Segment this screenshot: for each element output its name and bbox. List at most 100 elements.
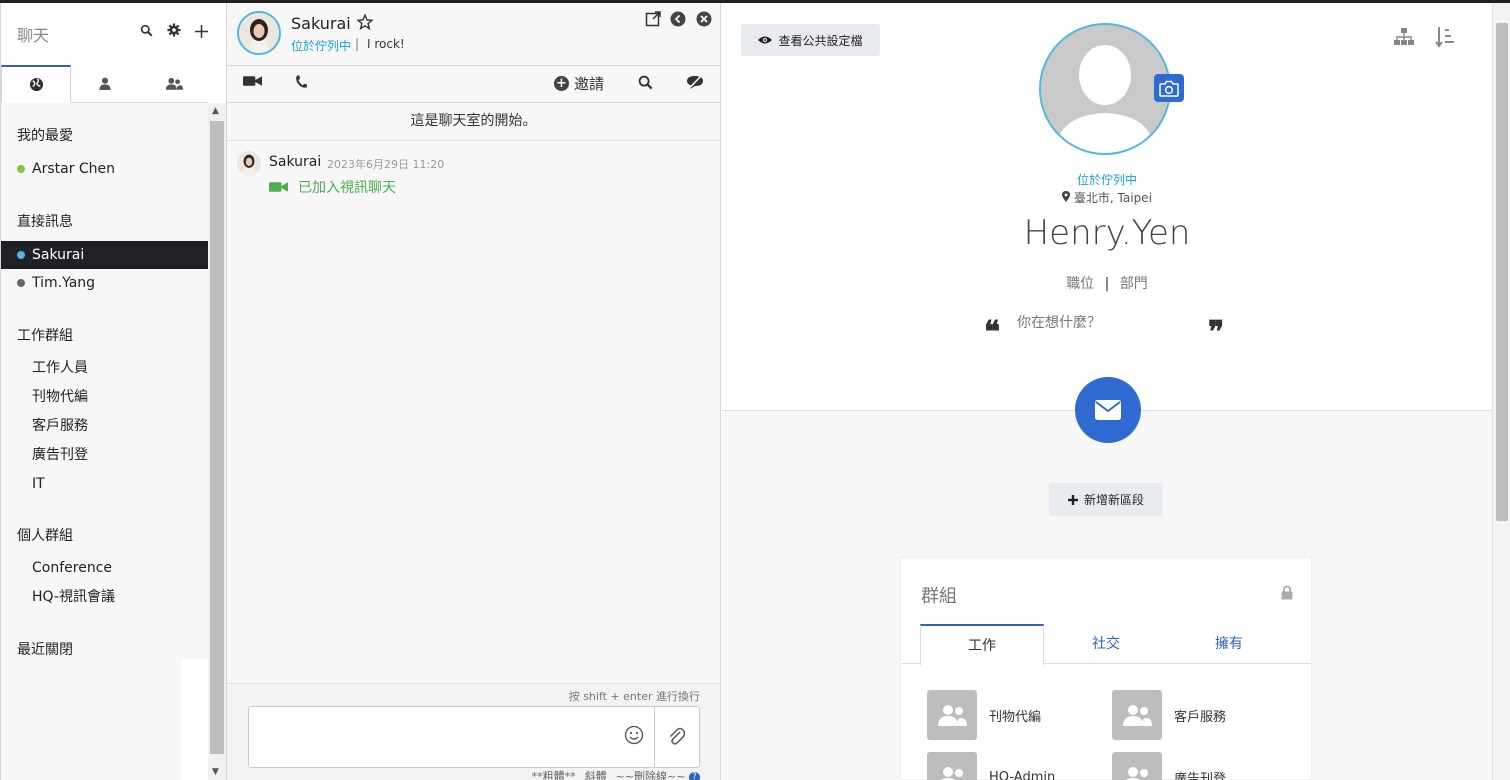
conversation-list-body: 我的最愛 Arstar Chen 直接訊息 Sakurai Tim.Yang 工… <box>1 103 208 659</box>
message-sender: Sakurai <box>269 154 322 170</box>
list-item-it[interactable]: IT <box>1 471 208 497</box>
newline-hint: 按 shift + enter 進行換行 <box>568 690 700 703</box>
change-photo-button[interactable] <box>1154 74 1184 102</box>
scroll-down-icon[interactable]: ▼ <box>212 767 219 777</box>
groups-tabs: 工作 社交 擁有 <box>901 624 1311 665</box>
globe-icon <box>29 77 43 92</box>
quote-open-icon: ❝ <box>984 315 1001 350</box>
scroll-up-icon[interactable]: ▲ <box>212 106 219 116</box>
tab-social[interactable]: 社交 <box>1044 624 1168 664</box>
tab-groups[interactable] <box>140 65 208 102</box>
scrollbar-thumb[interactable] <box>1496 23 1508 521</box>
scrollbar-thumb[interactable] <box>210 121 224 754</box>
popout-icon[interactable] <box>645 11 661 27</box>
tab-owned[interactable]: 擁有 <box>1167 624 1291 664</box>
list-item-customer-service[interactable]: 客戶服務 <box>1 412 208 438</box>
role-separator: | <box>1104 276 1110 292</box>
user-icon <box>99 77 112 90</box>
view-public-profile-button[interactable]: 查看公共設定檔 <box>741 24 880 56</box>
tab-all[interactable] <box>1 65 72 103</box>
profile-location: 臺北市, Taipei <box>722 189 1492 206</box>
status-dot <box>17 279 25 287</box>
profile-scrollbar[interactable] <box>1492 3 1510 780</box>
back-icon[interactable] <box>670 11 686 27</box>
chat-pane: Sakurai 位於佇列中 | I rock! + 邀請 這是聊天室的開始。 S… <box>226 3 721 780</box>
invite-label: 邀請 <box>574 75 605 93</box>
list-item-tim-yang[interactable]: Tim.Yang <box>1 270 208 296</box>
profile-role-department[interactable]: 職位 | 部門 <box>722 273 1492 293</box>
gear-icon[interactable] <box>167 23 181 41</box>
quote-close-icon: ❞ <box>1208 315 1225 350</box>
group-item-customer-service[interactable]: 客戶服務 <box>1112 690 1226 740</box>
contact-status: 位於佇列中 <box>291 39 352 53</box>
conversation-list: 我的最愛 Arstar Chen 直接訊息 Sakurai Tim.Yang 工… <box>1 103 208 780</box>
video-call-icon[interactable] <box>243 75 262 91</box>
status-message-input[interactable]: 你在想什麼？ <box>1017 312 1101 332</box>
role-label: 職位 <box>1066 276 1095 292</box>
chat-sidebar: 聊天 我的最愛 Arstar Chen 直接訊息 Sakurai Tim.Yan… <box>0 3 226 780</box>
sidebar-tabs <box>1 65 208 103</box>
group-icon <box>1112 690 1162 740</box>
contact-mood: I rock! <box>367 37 405 51</box>
add-icon[interactable] <box>194 20 209 44</box>
phone-icon[interactable] <box>295 75 307 93</box>
format-hint: **粗體** _斜體_ ~~刪除線~~ ? <box>532 768 700 780</box>
sidebar-scrollbar[interactable]: ▲ ▼ <box>208 103 226 780</box>
section-recently-closed: 最近關閉 <box>17 642 73 658</box>
tab-contacts[interactable] <box>71 65 139 102</box>
input-divider <box>654 707 655 767</box>
group-item-label: 客戶服務 <box>1174 709 1227 725</box>
lock-icon <box>1281 585 1293 604</box>
sort-icon[interactable] <box>1435 26 1455 52</box>
sidebar-header: 聊天 <box>1 3 225 65</box>
list-item-publication[interactable]: 刊物代編 <box>1 383 208 409</box>
list-item-sakurai[interactable]: Sakurai <box>1 241 208 269</box>
envelope-icon <box>1095 400 1121 420</box>
format-hint-text: **粗體** _斜體_ ~~刪除線~~ <box>531 770 686 780</box>
list-item-label: Tim.Yang <box>32 275 96 291</box>
location-pin-icon <box>1062 191 1071 202</box>
message-avatar[interactable] <box>237 151 261 175</box>
hide-chat-icon[interactable] <box>686 75 704 94</box>
org-chart-icon[interactable] <box>1394 28 1414 50</box>
sidebar-title: 聊天 <box>17 26 50 45</box>
star-icon[interactable] <box>356 13 374 35</box>
group-icon <box>927 690 977 740</box>
group-item-hq-admin[interactable]: HQ-Admin <box>927 752 1055 780</box>
profile-status: 位於佇列中 <box>1076 173 1137 187</box>
list-item-label: Sakurai <box>32 247 85 263</box>
list-item-label: 工作人員 <box>32 360 88 376</box>
search-icon[interactable] <box>140 23 153 41</box>
list-item-conference[interactable]: Conference <box>1 555 208 581</box>
invite-button[interactable]: + 邀請 <box>554 73 604 94</box>
groups-card: 群組 工作 社交 擁有 刊物代編 客戶服務 HQ-Admin 廣告刊登 <box>900 557 1312 780</box>
list-item-label: 刊物代編 <box>32 389 88 405</box>
group-item-publication[interactable]: 刊物代編 <box>927 690 1041 740</box>
group-icon <box>1112 752 1162 780</box>
group-icon <box>927 752 977 780</box>
list-item-label: Conference <box>32 560 113 576</box>
chat-search-icon[interactable] <box>638 75 653 94</box>
close-chat-icon[interactable] <box>696 11 712 27</box>
list-item-arstar-chen[interactable]: Arstar Chen <box>1 156 208 182</box>
group-item-advertising[interactable]: 廣告刊登 <box>1112 752 1226 780</box>
status-dot <box>17 251 25 259</box>
composer: 按 shift + enter 進行換行 **粗體** _斜體_ ~~刪除線~~… <box>227 683 720 780</box>
emoji-icon[interactable] <box>624 725 644 749</box>
message-input[interactable] <box>248 706 700 768</box>
profile-pane: 查看公共設定檔 位於佇列中 臺北市, Taipei Henry.Yen 職位 |… <box>722 3 1492 780</box>
tab-work[interactable]: 工作 <box>920 624 1044 665</box>
list-item-advertising[interactable]: 廣告刊登 <box>1 441 208 467</box>
section-personal-groups: 個人群組 <box>17 528 73 544</box>
avatar[interactable] <box>237 11 281 55</box>
send-message-button[interactable] <box>1075 377 1141 443</box>
attach-icon[interactable] <box>667 726 686 750</box>
add-section-button[interactable]: 新增新區段 <box>1049 483 1163 516</box>
list-item-staff[interactable]: 工作人員 <box>1 354 208 380</box>
profile-avatar[interactable] <box>1039 23 1171 155</box>
message-time: 2023年6月29日 11:20 <box>327 158 445 171</box>
help-icon[interactable]: ? <box>689 771 700 780</box>
list-item-hq-video[interactable]: HQ-視訊會議 <box>1 583 208 609</box>
chat-header: Sakurai 位於佇列中 | I rock! <box>227 3 720 65</box>
section-direct-messages: 直接訊息 <box>17 214 73 230</box>
